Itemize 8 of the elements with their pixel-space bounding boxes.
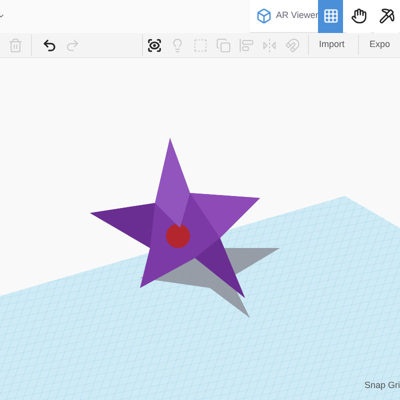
toolbar-button[interactable]: Expo — [358, 35, 400, 55]
ar-viewer-button[interactable]: AR Viewer — [256, 1, 318, 31]
cube-icon — [256, 8, 272, 24]
pickaxe-icon — [378, 8, 395, 24]
snap-grid-label: Snap Gri — [364, 378, 400, 392]
toolbar-button[interactable]: Import — [308, 35, 354, 55]
grid-icon — [322, 8, 339, 24]
hand-icon — [350, 8, 367, 24]
